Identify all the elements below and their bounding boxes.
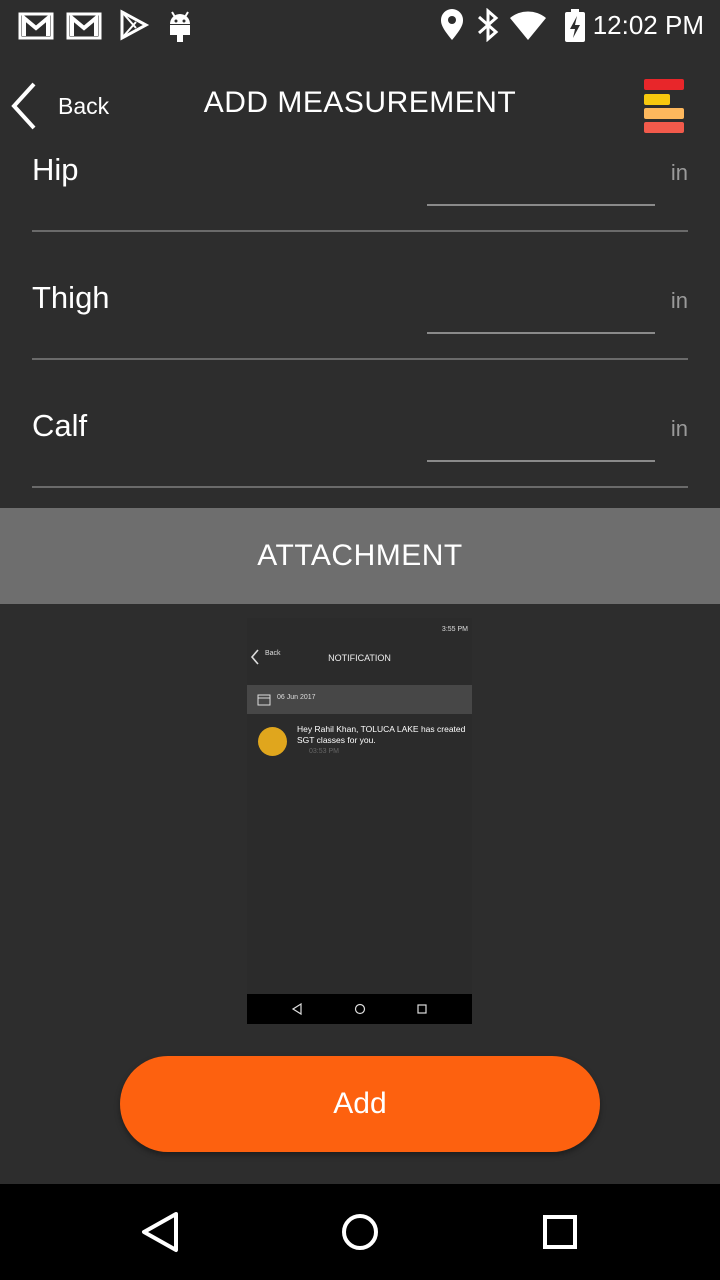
attachment-label: ATTACHMENT <box>257 539 463 572</box>
home-circle-icon[interactable] <box>336 1208 384 1256</box>
preview-date-bar: 06 Jun 2017 <box>247 685 472 714</box>
preview-title: NOTIFICATION <box>328 653 391 663</box>
measurement-row-thigh: Thigh in <box>32 268 688 360</box>
preview-header: Back NOTIFICATION <box>247 646 472 672</box>
calf-input[interactable] <box>427 404 655 462</box>
stacked-menu-icon[interactable] <box>642 77 686 135</box>
add-button[interactable]: Add <box>120 1056 600 1152</box>
wifi-icon <box>510 11 546 40</box>
calf-unit: in <box>670 416 688 441</box>
preview-status-time: 3:55 PM <box>441 626 468 633</box>
preview-avatar <box>258 727 287 756</box>
measurement-row-calf: Calf in <box>32 396 688 488</box>
add-button-label: Add <box>333 1087 387 1120</box>
hip-input[interactable] <box>427 148 655 206</box>
hip-label: Hip <box>32 152 79 187</box>
attachment-preview[interactable]: 3:55 PM Back NOTIFICATION 06 Jun 2017 He… <box>247 618 472 1024</box>
attachment-button[interactable]: ATTACHMENT <box>0 508 720 604</box>
preview-calendar-icon <box>257 694 271 706</box>
bluetooth-icon <box>478 8 499 42</box>
recents-square-icon[interactable] <box>536 1208 584 1256</box>
back-triangle-icon[interactable] <box>136 1208 184 1256</box>
preview-nav-icons <box>291 1002 427 1016</box>
status-bar: 12:02 PM <box>0 0 720 50</box>
preview-message: Hey Rahil Khan, TOLUCA LAKE has created … <box>297 724 466 745</box>
thigh-input[interactable] <box>427 276 655 334</box>
gmail-icon <box>66 12 102 40</box>
thigh-label: Thigh <box>32 280 110 315</box>
system-nav-bar <box>0 1184 720 1280</box>
battery-charging-icon <box>565 9 585 42</box>
preview-date: 06 Jun 2017 <box>277 694 316 701</box>
calf-label: Calf <box>32 408 88 443</box>
thigh-unit: in <box>670 288 688 313</box>
gmail-icon <box>18 12 54 40</box>
location-icon <box>441 9 463 40</box>
android-icon <box>170 11 190 42</box>
status-time: 12:02 PM <box>592 10 704 40</box>
preview-nav-bar <box>247 994 472 1024</box>
measurement-row-hip: Hip in <box>32 140 688 232</box>
page-title: ADD MEASUREMENT <box>203 86 517 119</box>
play-store-icon <box>120 9 150 41</box>
preview-time: 03:53 PM <box>309 748 339 755</box>
hip-unit: in <box>670 160 688 185</box>
